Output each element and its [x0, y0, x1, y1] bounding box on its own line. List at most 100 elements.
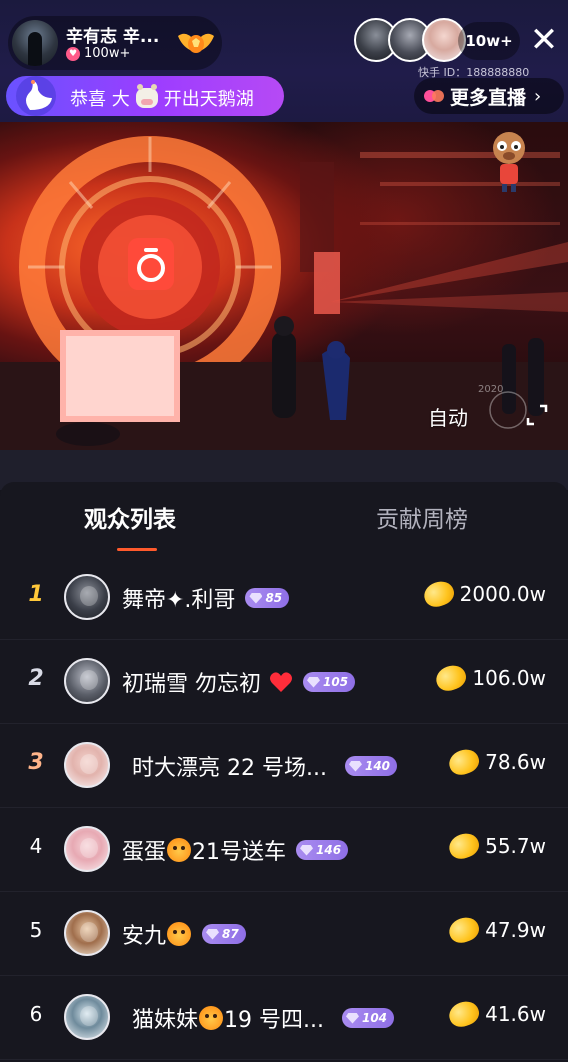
- viewer-avatar[interactable]: [64, 742, 110, 788]
- viewer-list: 1 舞帝✦.利哥 85 2000.0w 2 初瑞雪 勿忘初 105 106.0w…: [0, 556, 568, 1060]
- more-live-label: 更多直播: [450, 86, 527, 109]
- viewer-name-text: 舞帝✦.利哥: [122, 588, 236, 613]
- level-badge: 105: [303, 672, 356, 692]
- top-viewer-avatars[interactable]: [354, 18, 466, 64]
- level-value: 85: [265, 591, 283, 605]
- cow-icon: [135, 84, 158, 108]
- coin-value: 41.6w: [485, 1002, 546, 1026]
- coin-icon: [445, 745, 483, 779]
- audience-panel: 观众列表 贡献周榜 1 舞帝✦.利哥 85 2000.0w 2 初瑞雪 勿忘初 …: [0, 482, 568, 1062]
- tiger-icon: [167, 922, 192, 946]
- stage-scene: 2020: [0, 136, 568, 450]
- diamond-icon: [307, 676, 320, 688]
- level-badge: 140: [344, 756, 398, 776]
- coin-value: 2000.0w: [459, 582, 546, 606]
- viewer-name-part: 蛋蛋: [122, 840, 167, 865]
- viewer-name: 猫妹妹 19 号四... 104: [132, 1002, 395, 1034]
- viewer-name-part: 猫妹妹: [132, 1008, 199, 1033]
- viewer-row[interactable]: 2 初瑞雪 勿忘初 105 106.0w: [0, 640, 568, 724]
- coin-value: 106.0w: [472, 666, 546, 690]
- diamond-icon: [348, 760, 362, 772]
- tab-weekly-contribution[interactable]: 贡献周榜: [376, 500, 468, 534]
- wing-badge-icon[interactable]: [176, 28, 216, 58]
- live-video[interactable]: 2020 自动: [0, 122, 568, 450]
- more-live-button[interactable]: 更多直播 ›: [414, 78, 564, 114]
- coin-amount: 78.6w: [445, 745, 546, 779]
- mascot-icon[interactable]: [488, 130, 530, 194]
- host-likes-value: 100w+: [84, 46, 131, 61]
- live-header: 辛有志 辛... ♥ 100w+ 10w+ ✕ 快手 ID：188888880 …: [0, 0, 568, 122]
- tab-audience-list[interactable]: 观众列表: [84, 500, 176, 534]
- coin-amount: 106.0w: [433, 661, 546, 695]
- coin-value: 47.9w: [485, 918, 546, 942]
- viewer-row[interactable]: 4 蛋蛋 21号送车 146 55.7w: [0, 808, 568, 892]
- host-likes: ♥ 100w+: [66, 46, 130, 61]
- diamond-icon: [206, 928, 220, 940]
- host-name: 辛有志 辛...: [66, 27, 160, 47]
- gift-notification-suffix: 开出天鹅湖: [163, 89, 254, 110]
- host-avatar[interactable]: [12, 20, 58, 66]
- host-info-pill[interactable]: 辛有志 辛... ♥ 100w+: [8, 16, 222, 70]
- viewer-name-text: 时大漂亮 22 号场...: [132, 756, 327, 781]
- level-badge: 87: [202, 924, 246, 944]
- level-badge: 104: [341, 1008, 395, 1028]
- level-badge: 85: [245, 588, 290, 608]
- chevron-right-icon: ›: [534, 85, 542, 107]
- viewer-row[interactable]: 5 安九 87 47.9w: [0, 892, 568, 976]
- viewer-name-part: 19 号四...: [224, 1008, 324, 1033]
- coin-icon: [445, 913, 483, 947]
- level-badge: 146: [296, 840, 349, 860]
- viewer-row[interactable]: 6 猫妹妹 19 号四... 104 41.6w: [0, 976, 568, 1060]
- viewer-name: 安九 87: [122, 918, 246, 950]
- diamond-icon: [345, 1012, 359, 1024]
- coin-icon: [420, 577, 457, 611]
- viewer-name: 蛋蛋 21号送车 146: [122, 834, 349, 866]
- heart-icon: ♥: [66, 46, 80, 61]
- fullscreen-icon[interactable]: [526, 404, 548, 426]
- viewer-row[interactable]: 3 时大漂亮 22 号场... 140 78.6w: [0, 724, 568, 808]
- tiger-icon: [167, 838, 192, 862]
- rank-number: 5: [29, 918, 43, 942]
- active-tab-indicator: [117, 548, 157, 551]
- close-button[interactable]: ✕: [526, 22, 562, 58]
- coin-icon: [433, 661, 470, 695]
- level-value: 87: [222, 927, 239, 941]
- viewer-avatar[interactable]: [64, 994, 110, 1040]
- level-value: 140: [364, 759, 391, 773]
- coin-icon: [445, 997, 483, 1031]
- coin-value: 78.6w: [485, 750, 546, 774]
- gift-notification-prefix: 恭喜 大: [70, 89, 130, 110]
- coin-value: 55.7w: [485, 834, 546, 858]
- rank-number: 1: [28, 582, 44, 607]
- rank-number: 3: [28, 750, 44, 775]
- viewer-name: 初瑞雪 勿忘初 105: [122, 666, 356, 698]
- viewer-name: 舞帝✦.利哥 85: [122, 582, 290, 614]
- swan-icon: [16, 76, 56, 116]
- rank-number: 2: [28, 666, 44, 691]
- tiger-icon: [199, 1006, 224, 1030]
- coin-icon: [445, 829, 483, 863]
- viewer-row[interactable]: 1 舞帝✦.利哥 85 2000.0w: [0, 556, 568, 640]
- viewer-avatar[interactable]: [64, 910, 110, 956]
- level-value: 105: [323, 675, 349, 689]
- coin-amount: 47.9w: [445, 913, 546, 947]
- viewer-avatar[interactable]: [64, 658, 110, 704]
- level-value: 104: [361, 1011, 388, 1025]
- coin-amount: 41.6w: [445, 997, 546, 1031]
- diamond-icon: [249, 592, 263, 604]
- viewer-name-part: 安九: [122, 924, 167, 949]
- viewer-name: 时大漂亮 22 号场... 140: [132, 750, 398, 782]
- viewer-count[interactable]: 10w+: [458, 22, 520, 60]
- auto-quality-button[interactable]: 自动: [428, 402, 468, 431]
- red-heart-icon: [270, 672, 292, 692]
- diamond-icon: [300, 844, 314, 856]
- viewer-avatar[interactable]: [64, 574, 110, 620]
- rank-number: 4: [29, 834, 43, 858]
- viewer-name-text: 初瑞雪 勿忘初: [122, 672, 261, 697]
- viewer-name-part: 21号送车: [192, 840, 287, 865]
- rank-number: 6: [29, 1002, 43, 1026]
- viewer-avatar[interactable]: [64, 826, 110, 872]
- gift-notification[interactable]: 恭喜 大 开出天鹅湖: [6, 76, 284, 116]
- live-dots-icon: [424, 90, 444, 102]
- coin-amount: 2000.0w: [420, 577, 546, 611]
